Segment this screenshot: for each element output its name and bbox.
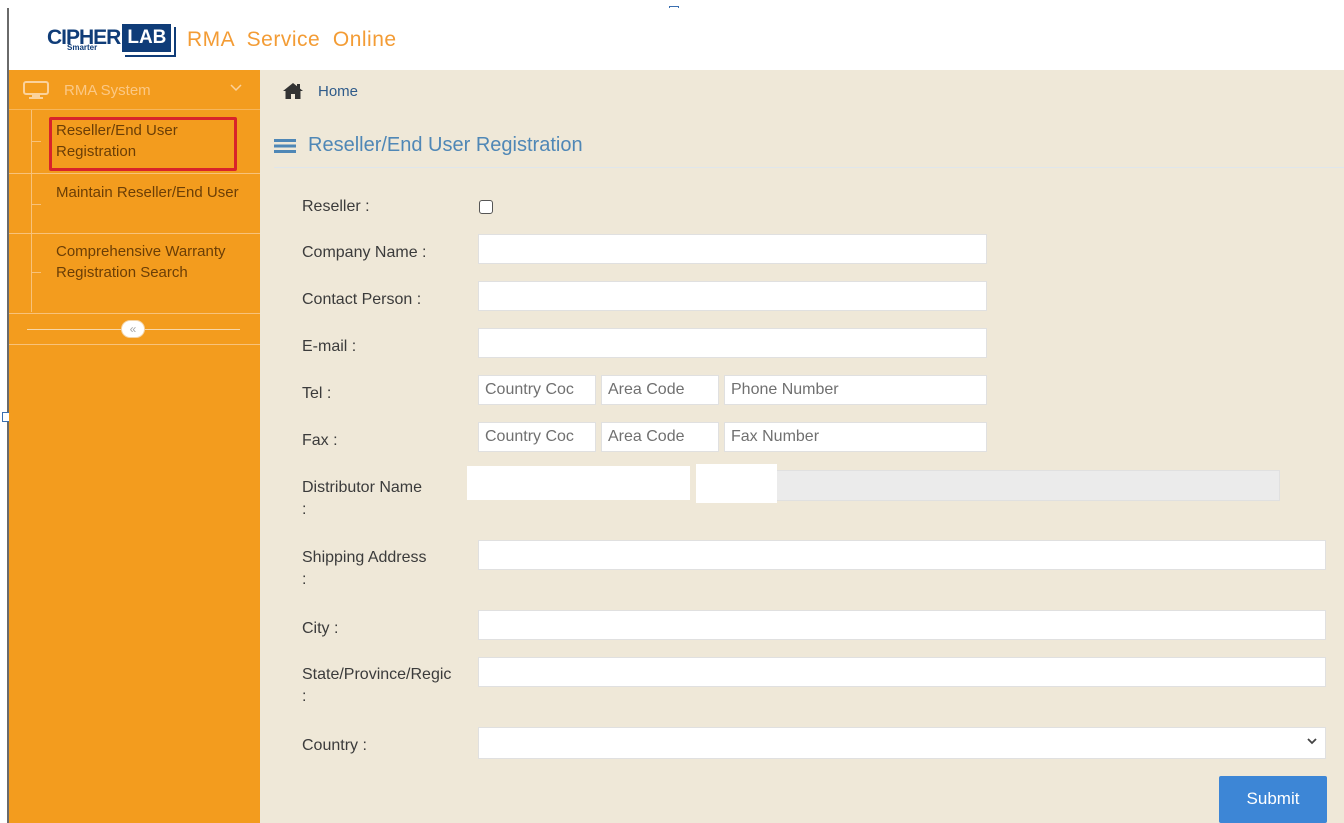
email-input[interactable] <box>478 328 987 358</box>
country-select[interactable] <box>478 727 1326 759</box>
app-title: RMA Service Online <box>187 28 397 51</box>
tree-tick <box>31 272 41 273</box>
state-province-label: State/Province/Regic : <box>302 666 452 705</box>
company-name-label: Company Name : <box>302 244 427 261</box>
page-title-bar: Reseller/End User Registration <box>274 132 1344 168</box>
tel-country-code-input[interactable]: Country Coc <box>478 375 596 405</box>
reseller-label: Reseller : <box>302 198 370 215</box>
list-icon <box>274 139 296 153</box>
sidebar-item-label: Maintain Reseller/End User <box>56 184 239 201</box>
email-label: E-mail : <box>302 338 357 355</box>
country-label: Country : <box>302 737 367 754</box>
cipherlab-logo[interactable]: CIPHER LAB Smarter <box>47 18 172 58</box>
distributor-lookup-button[interactable] <box>696 464 777 503</box>
shipping-address-label: Shipping Address : <box>302 549 427 588</box>
logo-lab-text: LAB <box>122 24 172 52</box>
city-label: City : <box>302 620 339 637</box>
top-header: CIPHER LAB Smarter RMA Service Online <box>9 8 1344 70</box>
main-content: Home Reseller/End User Registration Rese… <box>260 70 1344 823</box>
submit-button[interactable]: Submit <box>1219 776 1327 823</box>
fax-area-code-input[interactable]: Area Code <box>601 422 719 452</box>
tree-tick <box>31 141 41 142</box>
company-name-input[interactable] <box>478 234 987 264</box>
breadcrumb-home-link[interactable]: Home <box>318 83 358 100</box>
app-window: CIPHER LAB Smarter RMA Service Online RM… <box>0 0 1344 823</box>
collapse-sidebar-button[interactable]: « <box>121 320 145 338</box>
fax-country-code-input[interactable]: Country Coc <box>478 422 596 452</box>
contact-person-label: Contact Person : <box>302 291 422 308</box>
sidebar-section-label: RMA System <box>64 82 151 99</box>
tree-tick <box>31 204 41 205</box>
fax-number-input[interactable]: Fax Number <box>724 422 987 452</box>
shipping-address-input[interactable] <box>478 540 1326 570</box>
distributor-name-display <box>698 470 1280 501</box>
sidebar-section-rma-system[interactable]: RMA System <box>9 70 260 110</box>
sidebar-item-label: Comprehensive Warranty Registration Sear… <box>56 243 226 281</box>
active-item-highlight <box>49 117 237 171</box>
state-province-input[interactable] <box>478 657 1326 687</box>
page-title: Reseller/End User Registration <box>308 134 583 156</box>
chevron-down-icon <box>230 84 242 92</box>
tel-phone-number-input[interactable]: Phone Number <box>724 375 987 405</box>
city-input[interactable] <box>478 610 1326 640</box>
chevron-down-icon <box>1307 738 1317 745</box>
sidebar-collapse-row: « <box>9 314 260 345</box>
sidebar: RMA System Reseller/End User Registratio… <box>9 70 260 823</box>
breadcrumb: Home <box>282 82 358 100</box>
monitor-icon <box>23 81 49 99</box>
distributor-name-input[interactable] <box>467 466 690 500</box>
contact-person-input[interactable] <box>478 281 987 311</box>
tel-area-code-input[interactable]: Area Code <box>601 375 719 405</box>
sidebar-item-warranty-search[interactable]: Comprehensive Warranty Registration Sear… <box>9 234 260 314</box>
home-icon <box>283 83 303 99</box>
sidebar-item-maintain-reseller[interactable]: Maintain Reseller/End User <box>9 174 260 234</box>
distributor-name-label: Distributor Name : <box>302 479 423 518</box>
reseller-checkbox[interactable] <box>479 200 493 214</box>
tel-label: Tel : <box>302 385 332 402</box>
fax-label: Fax : <box>302 432 338 449</box>
logo-tagline: Smarter <box>67 43 98 52</box>
